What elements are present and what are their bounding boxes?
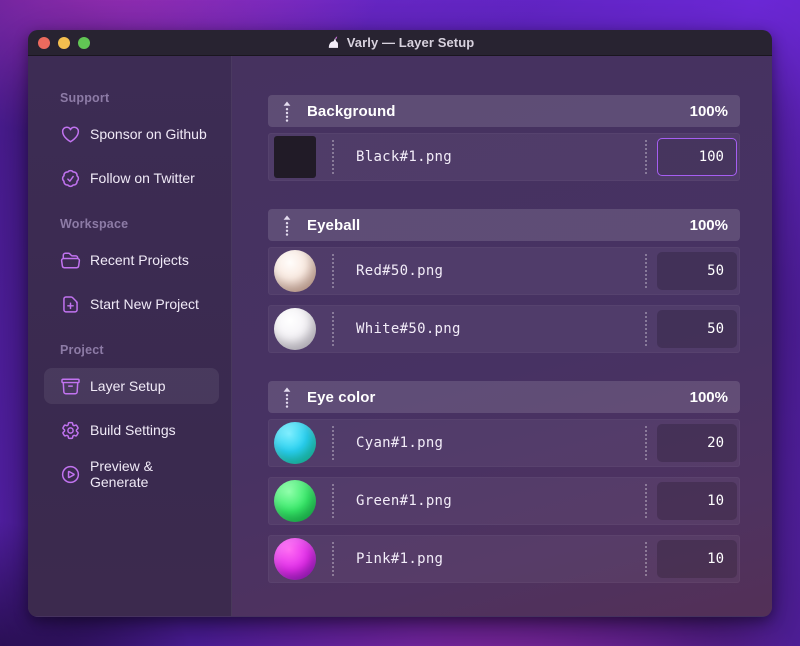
layer-setup-panel: Background 100% Black#1.png Eyeball 100% [232,56,772,616]
titlebar[interactable]: Varly — Layer Setup [28,30,772,56]
divider-dotted [645,426,647,460]
sidebar-section: Project Layer Setup Build Settings Previ… [44,344,219,492]
layer-group-title: Background [307,102,396,120]
divider-dotted [645,254,647,288]
layer-weight-input[interactable] [657,540,737,578]
sidebar-item-label: Start New Project [90,296,199,312]
sidebar-item-build-settings[interactable]: Build Settings [44,412,219,448]
layer-row: Cyan#1.png [268,419,740,467]
layer-group-header[interactable]: Eye color 100% [268,381,740,413]
layer-weight-input[interactable] [657,252,737,290]
sidebar: Support Sponsor on Github Follow on Twit… [28,56,232,616]
layer-thumbnail [274,422,316,464]
sidebar-item-preview-generate[interactable]: Preview & Generate [44,456,219,492]
layer-weight-input[interactable] [657,310,737,348]
folder-open-icon [60,250,81,271]
layer-row: Black#1.png [268,133,740,181]
layer-thumbnail [274,136,316,178]
divider-dotted [645,542,647,576]
divider-dotted [332,254,334,288]
unicorn-icon [326,35,341,50]
zoom-button[interactable] [78,36,90,49]
layer-group: Eyeball 100% Red#50.png White#50.png [268,209,740,353]
sidebar-item-label: Build Settings [90,422,176,438]
divider-dotted [645,312,647,346]
sidebar-section: Workspace Recent Projects Start New Proj… [44,218,219,322]
desktop-background: Varly — Layer Setup Support Sponsor on G… [0,0,800,646]
layer-thumbnail [274,250,316,292]
divider-dotted [332,426,334,460]
layer-thumbnail [274,480,316,522]
gear-icon [60,420,81,441]
layer-filename: Red#50.png [356,263,444,279]
divider-dotted [332,484,334,518]
sidebar-item-start-new-project[interactable]: Start New Project [44,286,219,322]
minimize-button[interactable] [58,36,70,49]
layer-group-header[interactable]: Background 100% [268,95,740,127]
divider-dotted [332,140,334,174]
layer-filename: Pink#1.png [356,551,444,567]
sidebar-item-layer-setup[interactable]: Layer Setup [44,368,219,404]
divider-dotted [645,140,647,174]
sidebar-item-label: Layer Setup [90,378,166,394]
layer-row: Pink#1.png [268,535,740,583]
divider-dotted [645,484,647,518]
layer-group-header[interactable]: Eyeball 100% [268,209,740,241]
layer-group-weight: 100% [689,102,728,120]
layer-row: White#50.png [268,305,740,353]
sidebar-item-label: Preview & Generate [90,458,154,490]
app-window: Varly — Layer Setup Support Sponsor on G… [28,30,772,617]
layer-filename: Cyan#1.png [356,435,444,451]
sidebar-item-label: Sponsor on Github [90,126,207,142]
document-plus-icon [60,294,81,315]
badge-check-icon [60,168,81,189]
window-title: Varly — Layer Setup [346,35,475,50]
close-button[interactable] [38,36,50,49]
layer-filename: Green#1.png [356,493,453,509]
layer-filename: Black#1.png [356,149,453,165]
drag-handle-icon[interactable] [282,215,292,236]
sidebar-item-sponsor-on-github[interactable]: Sponsor on Github [44,116,219,152]
sidebar-section-label: Support [60,91,110,105]
layer-group-weight: 100% [689,388,728,406]
layer-weight-input[interactable] [657,138,737,176]
traffic-lights [38,36,90,49]
layer-filename: White#50.png [356,321,461,337]
layer-group: Eye color 100% Cyan#1.png Green#1.png Pi… [268,381,740,583]
sidebar-section-label: Workspace [60,217,129,231]
layer-thumbnail [274,538,316,580]
sidebar-item-label: Recent Projects [90,252,189,268]
sidebar-section-label: Project [60,343,104,357]
sidebar-section: Support Sponsor on Github Follow on Twit… [44,92,219,196]
sidebar-item-follow-on-twitter[interactable]: Follow on Twitter [44,160,219,196]
divider-dotted [332,312,334,346]
layer-group: Background 100% Black#1.png [268,95,740,181]
archive-box-icon [60,376,81,397]
layer-weight-input[interactable] [657,424,737,462]
drag-handle-icon[interactable] [282,101,292,122]
play-circle-icon [60,464,81,485]
layer-group-weight: 100% [689,216,728,234]
layer-thumbnail [274,308,316,350]
layer-weight-input[interactable] [657,482,737,520]
divider-dotted [332,542,334,576]
layer-row: Green#1.png [268,477,740,525]
sidebar-item-label: Follow on Twitter [90,170,195,186]
layer-row: Red#50.png [268,247,740,295]
layer-group-title: Eyeball [307,216,361,234]
sidebar-item-recent-projects[interactable]: Recent Projects [44,242,219,278]
layer-group-title: Eye color [307,388,376,406]
drag-handle-icon[interactable] [282,387,292,408]
heart-icon [60,124,81,145]
